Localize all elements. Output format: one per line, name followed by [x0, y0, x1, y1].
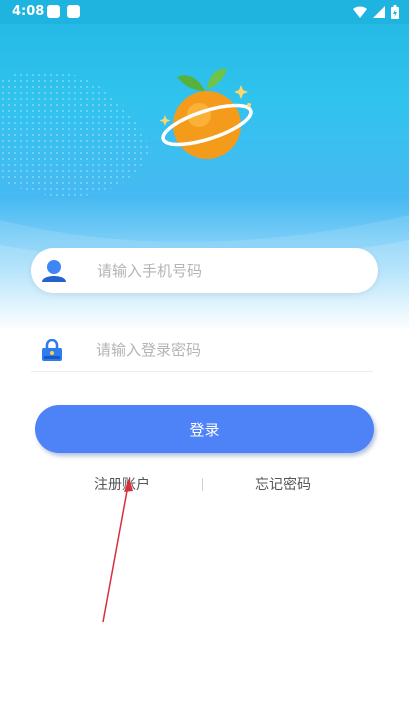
signal-icon	[373, 6, 385, 18]
notification-icon	[67, 5, 80, 18]
phone-field[interactable]: 请输入手机号码	[31, 248, 378, 293]
link-divider	[202, 478, 203, 491]
app-logo-icon	[159, 68, 253, 159]
register-link[interactable]: 注册账户	[94, 474, 150, 494]
user-icon	[42, 260, 66, 282]
status-bar: 4:08	[0, 0, 409, 24]
phone-input[interactable]: 请输入手机号码	[97, 260, 202, 281]
notification-icon	[47, 5, 60, 18]
wifi-icon	[353, 6, 367, 18]
password-input[interactable]: 请输入登录密码	[96, 339, 201, 360]
login-button[interactable]: 登录	[35, 405, 374, 453]
password-field[interactable]: 请输入登录密码	[31, 326, 373, 372]
lock-icon	[42, 339, 62, 361]
forgot-password-link[interactable]: 忘记密码	[255, 474, 311, 494]
battery-icon	[391, 5, 399, 19]
system-icons	[353, 4, 399, 20]
status-time: 4:08	[12, 4, 45, 19]
